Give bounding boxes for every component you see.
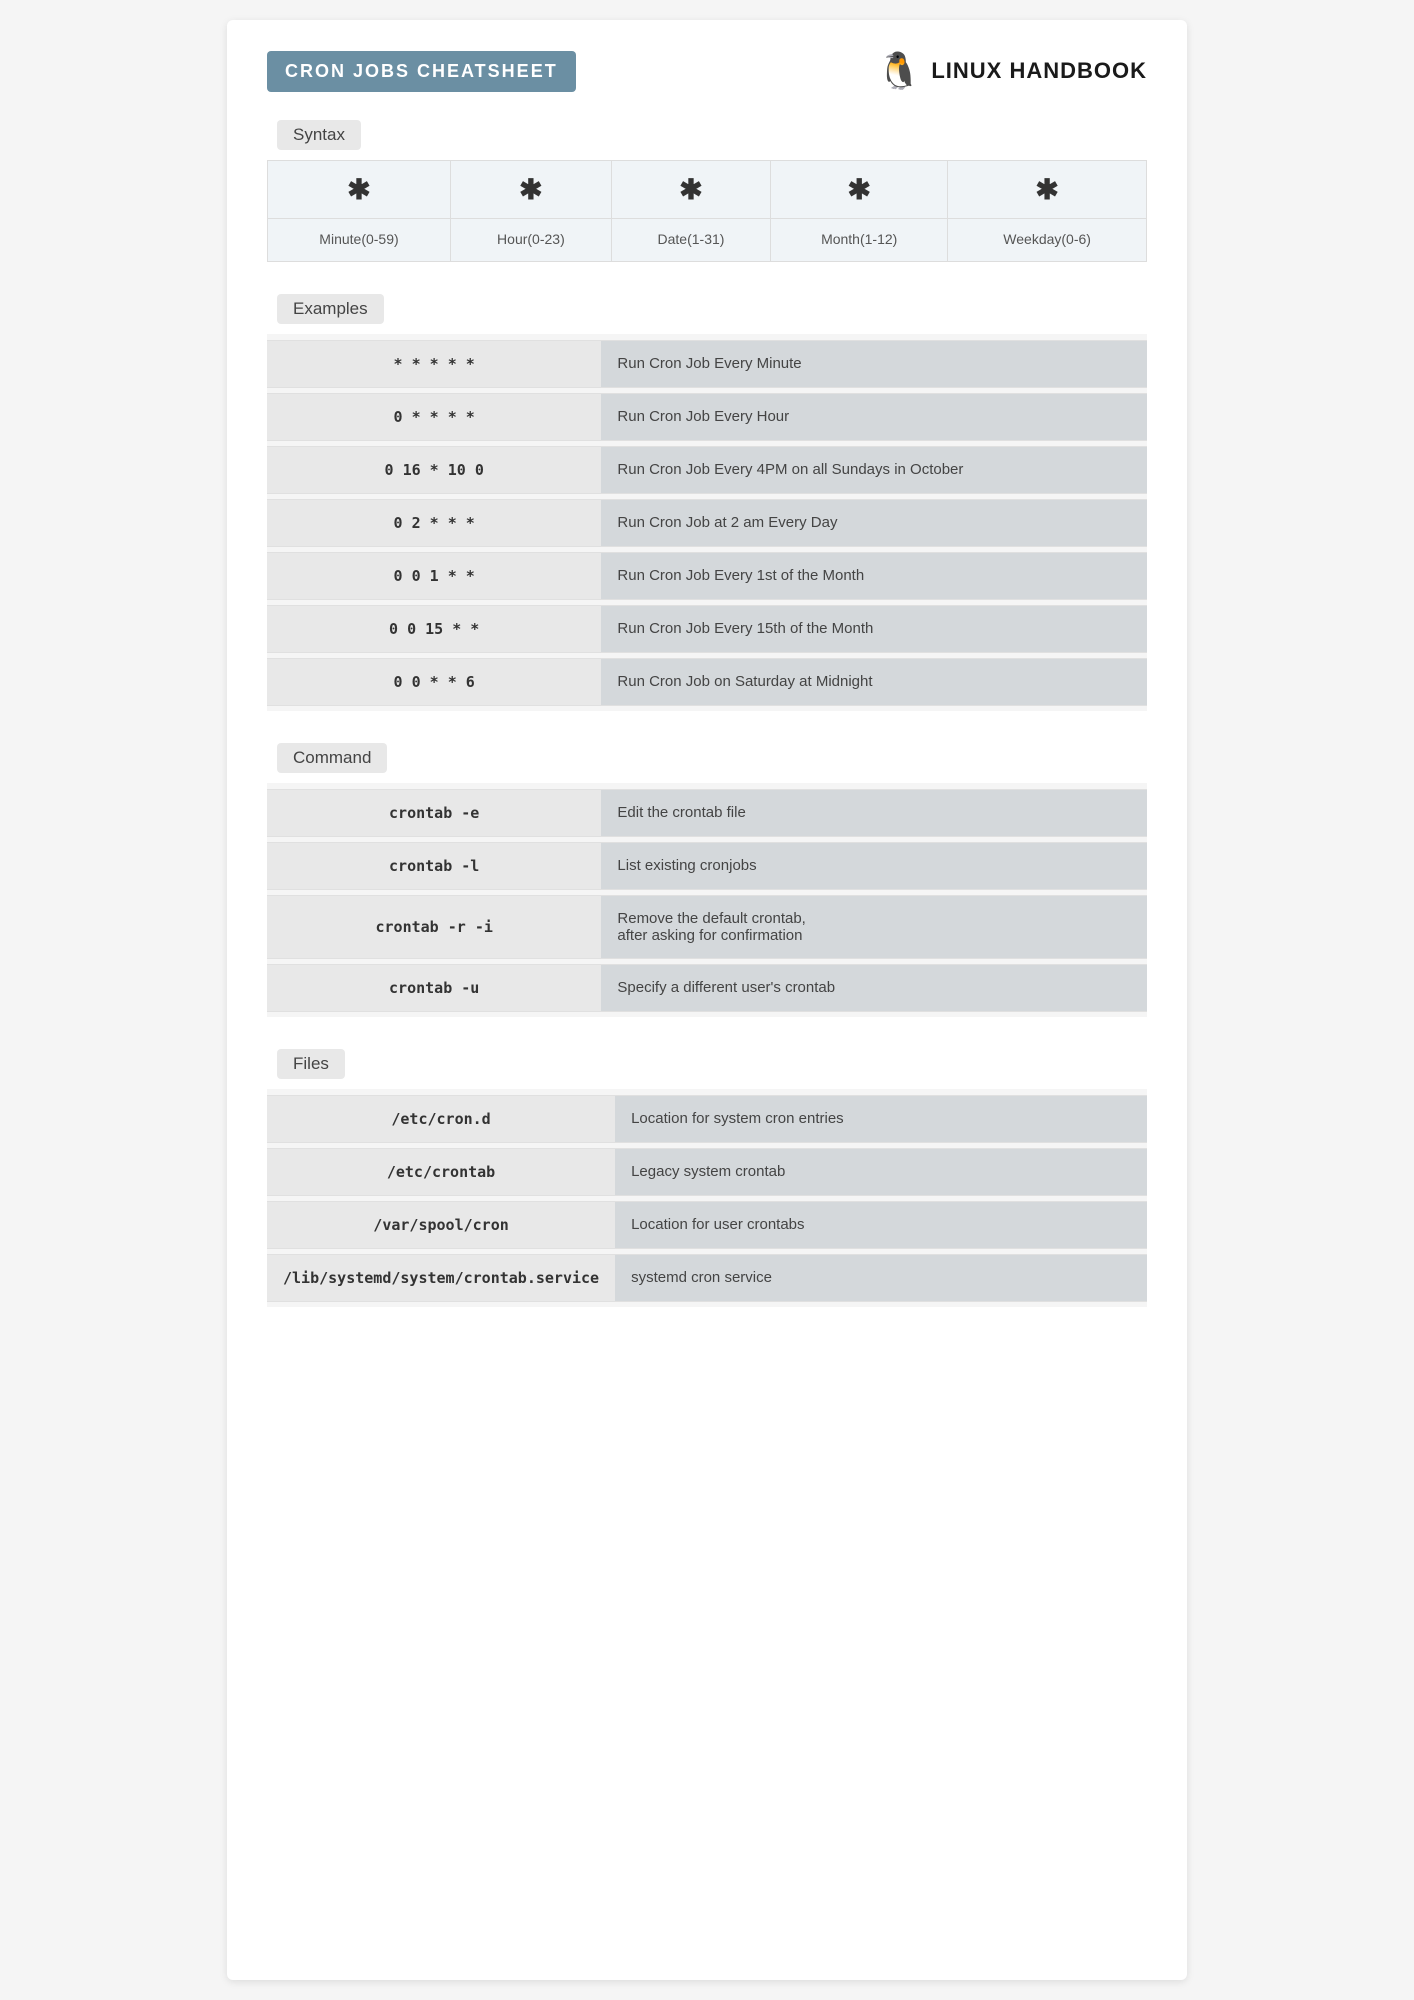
example-code-3: 0 2 * * * — [267, 499, 601, 546]
star-0: ✱ — [347, 174, 370, 205]
syntax-label-1: Hour(0-23) — [450, 219, 611, 262]
star-2: ✱ — [679, 174, 702, 205]
file-desc-0: Location for system cron entries — [615, 1095, 1147, 1142]
syntax-label-0: Minute(0-59) — [268, 219, 451, 262]
page-title: CRON JOBS CHEATSHEET — [267, 51, 576, 92]
table-row: 0 0 15 * * Run Cron Job Every 15th of th… — [267, 605, 1147, 652]
example-desc-2: Run Cron Job Every 4PM on all Sundays in… — [601, 446, 1147, 493]
table-row: crontab -r -i Remove the default crontab… — [267, 895, 1147, 958]
syntax-cell-0: ✱ — [268, 161, 451, 219]
table-row: 0 0 1 * * Run Cron Job Every 1st of the … — [267, 552, 1147, 599]
file-code-1: /etc/crontab — [267, 1148, 615, 1195]
divider — [267, 1301, 1147, 1307]
command-code-1: crontab -l — [267, 842, 601, 889]
syntax-cell-2: ✱ — [611, 161, 770, 219]
divider — [267, 1011, 1147, 1017]
file-code-3: /lib/systemd/system/crontab.service — [267, 1254, 615, 1301]
logo: 🐧 LINUX HANDBOOK — [877, 50, 1148, 92]
table-row: /var/spool/cron Location for user cronta… — [267, 1201, 1147, 1248]
header: CRON JOBS CHEATSHEET 🐧 LINUX HANDBOOK — [267, 50, 1147, 92]
command-desc-3: Specify a different user's crontab — [601, 964, 1147, 1011]
syntax-table: ✱ ✱ ✱ ✱ ✱ Minute(0-59) Hour(0-23) Date(1… — [267, 160, 1147, 262]
files-table: /etc/cron.d Location for system cron ent… — [267, 1089, 1147, 1307]
example-desc-6: Run Cron Job on Saturday at Midnight — [601, 658, 1147, 705]
file-desc-2: Location for user crontabs — [615, 1201, 1147, 1248]
examples-section: Examples * * * * * Run Cron Job Every Mi… — [267, 294, 1147, 711]
command-desc-0: Edit the crontab file — [601, 789, 1147, 836]
table-row: 0 16 * 10 0 Run Cron Job Every 4PM on al… — [267, 446, 1147, 493]
example-code-0: * * * * * — [267, 340, 601, 387]
command-code-0: crontab -e — [267, 789, 601, 836]
syntax-cell-4: ✱ — [948, 161, 1147, 219]
syntax-label-2: Date(1-31) — [611, 219, 770, 262]
table-row: crontab -l List existing cronjobs — [267, 842, 1147, 889]
file-code-0: /etc/cron.d — [267, 1095, 615, 1142]
file-desc-3: systemd cron service — [615, 1254, 1147, 1301]
star-1: ✱ — [519, 174, 542, 205]
command-code-3: crontab -u — [267, 964, 601, 1011]
command-code-2: crontab -r -i — [267, 895, 601, 958]
syntax-section: Syntax ✱ ✱ ✱ ✱ ✱ Minute(0-59) Hour(0-23)… — [267, 120, 1147, 262]
command-desc-1: List existing cronjobs — [601, 842, 1147, 889]
table-row: crontab -e Edit the crontab file — [267, 789, 1147, 836]
examples-table: * * * * * Run Cron Job Every Minute 0 * … — [267, 334, 1147, 711]
syntax-label-4: Weekday(0-6) — [948, 219, 1147, 262]
page: CRON JOBS CHEATSHEET 🐧 LINUX HANDBOOK Sy… — [227, 20, 1187, 1980]
example-desc-5: Run Cron Job Every 15th of the Month — [601, 605, 1147, 652]
example-code-5: 0 0 15 * * — [267, 605, 601, 652]
example-desc-1: Run Cron Job Every Hour — [601, 393, 1147, 440]
file-desc-1: Legacy system crontab — [615, 1148, 1147, 1195]
table-row: /etc/crontab Legacy system crontab — [267, 1148, 1147, 1195]
divider — [267, 705, 1147, 711]
table-row: 0 2 * * * Run Cron Job at 2 am Every Day — [267, 499, 1147, 546]
table-row: * * * * * Run Cron Job Every Minute — [267, 340, 1147, 387]
table-row: crontab -u Specify a different user's cr… — [267, 964, 1147, 1011]
table-row: /etc/cron.d Location for system cron ent… — [267, 1095, 1147, 1142]
syntax-cell-3: ✱ — [771, 161, 948, 219]
examples-label: Examples — [277, 294, 384, 324]
example-desc-0: Run Cron Job Every Minute — [601, 340, 1147, 387]
files-label: Files — [277, 1049, 345, 1079]
example-code-1: 0 * * * * — [267, 393, 601, 440]
example-code-2: 0 16 * 10 0 — [267, 446, 601, 493]
logo-text: LINUX HANDBOOK — [931, 58, 1147, 84]
files-section: Files /etc/cron.d Location for system cr… — [267, 1049, 1147, 1307]
syntax-cell-1: ✱ — [450, 161, 611, 219]
command-table: crontab -e Edit the crontab file crontab… — [267, 783, 1147, 1017]
star-4: ✱ — [1035, 174, 1058, 205]
example-desc-3: Run Cron Job at 2 am Every Day — [601, 499, 1147, 546]
table-row: 0 * * * * Run Cron Job Every Hour — [267, 393, 1147, 440]
table-row: /lib/systemd/system/crontab.service syst… — [267, 1254, 1147, 1301]
table-row: 0 0 * * 6 Run Cron Job on Saturday at Mi… — [267, 658, 1147, 705]
file-code-2: /var/spool/cron — [267, 1201, 615, 1248]
syntax-label: Syntax — [277, 120, 361, 150]
command-desc-2: Remove the default crontab,after asking … — [601, 895, 1147, 958]
example-code-6: 0 0 * * 6 — [267, 658, 601, 705]
syntax-star-row: ✱ ✱ ✱ ✱ ✱ — [268, 161, 1147, 219]
logo-icon: 🐧 — [877, 50, 922, 92]
command-label: Command — [277, 743, 387, 773]
star-3: ✱ — [847, 174, 870, 205]
example-desc-4: Run Cron Job Every 1st of the Month — [601, 552, 1147, 599]
syntax-label-3: Month(1-12) — [771, 219, 948, 262]
command-section: Command crontab -e Edit the crontab file… — [267, 743, 1147, 1017]
syntax-label-row: Minute(0-59) Hour(0-23) Date(1-31) Month… — [268, 219, 1147, 262]
example-code-4: 0 0 1 * * — [267, 552, 601, 599]
